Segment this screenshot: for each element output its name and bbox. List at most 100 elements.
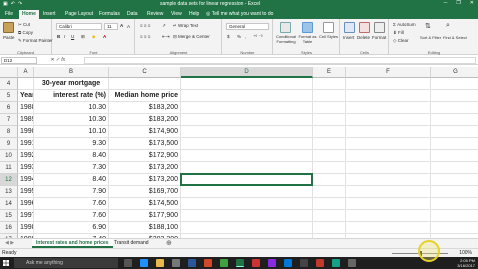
cell-c16[interactable]: $188,100	[109, 222, 181, 234]
minimize-button[interactable]: ─	[444, 0, 448, 6]
cell-c13[interactable]: $169,700	[109, 186, 181, 198]
sheet-tab-transit-demand[interactable]: Transit demand	[110, 239, 153, 248]
cell-g9[interactable]	[431, 138, 478, 150]
row-header-9[interactable]: 9	[0, 138, 18, 150]
column-header-g[interactable]: G	[431, 67, 478, 78]
cell-b14[interactable]: 7.60	[34, 198, 109, 210]
cell-f12[interactable]	[346, 174, 431, 186]
cell-b4[interactable]: 30-year mortgage	[34, 78, 109, 90]
app-icon[interactable]	[252, 259, 260, 267]
sheet-tab-interest-rates[interactable]: Interest rates and home prices	[32, 239, 113, 248]
cell-d16[interactable]	[181, 222, 313, 234]
tab-data[interactable]: Data	[124, 10, 141, 19]
cell-c6[interactable]: $183,200	[109, 102, 181, 114]
fill-color-icon[interactable]: ◆	[92, 34, 95, 40]
autosum-button[interactable]: Σ AutoSum	[393, 22, 416, 27]
cell-c8[interactable]: $174,900	[109, 126, 181, 138]
word-icon[interactable]	[188, 259, 196, 267]
cell-f16[interactable]	[346, 222, 431, 234]
cell-e13[interactable]	[313, 186, 346, 198]
taskbar-search-box[interactable]: Ask me anything	[14, 258, 118, 268]
cell-f11[interactable]	[346, 162, 431, 174]
cell-a9[interactable]: 1991	[18, 138, 34, 150]
orientation-icon[interactable]: ↗	[162, 23, 166, 29]
settings-icon[interactable]	[300, 259, 308, 267]
cell-d8[interactable]	[181, 126, 313, 138]
row-header-12[interactable]: 12	[0, 174, 18, 186]
formula-input[interactable]	[84, 57, 476, 64]
cell-g8[interactable]	[431, 126, 478, 138]
cell-d13[interactable]	[181, 186, 313, 198]
cell-a6[interactable]: 1988	[18, 102, 34, 114]
column-header-a[interactable]: A	[18, 67, 34, 78]
sort-filter-button[interactable]: Sort & Filter	[420, 35, 441, 40]
currency-button[interactable]: $	[227, 34, 230, 39]
row-header-6[interactable]: 6	[0, 102, 18, 114]
system-clock[interactable]: 2:05 PM 3/16/2017	[457, 258, 475, 268]
fx-icon[interactable]: fx	[61, 57, 65, 63]
cell-a10[interactable]: 1992	[18, 150, 34, 162]
cell-c12[interactable]: $173,200	[109, 174, 181, 186]
row-header-15[interactable]: 15	[0, 210, 18, 222]
cell-f7[interactable]	[346, 114, 431, 126]
edge-icon[interactable]	[140, 259, 148, 267]
cell-a8[interactable]: 1990	[18, 126, 34, 138]
cell-g10[interactable]	[431, 150, 478, 162]
cell-styles-button[interactable]: Cell Styles	[318, 34, 339, 40]
bold-button[interactable]: B	[57, 34, 60, 39]
tab-view[interactable]: View	[168, 10, 185, 19]
cell-g5[interactable]	[431, 90, 478, 102]
cell-d6[interactable]	[181, 102, 313, 114]
cell-d4[interactable]	[181, 78, 313, 90]
excel-icon[interactable]	[236, 259, 244, 267]
column-header-b[interactable]: B	[34, 67, 109, 78]
cell-c10[interactable]: $172,900	[109, 150, 181, 162]
name-box[interactable]: D12	[1, 57, 37, 64]
cell-b11[interactable]: 7.30	[34, 162, 109, 174]
chrome-icon[interactable]	[220, 259, 228, 267]
zoom-level[interactable]: 100%	[459, 250, 472, 256]
row-header-8[interactable]: 8	[0, 126, 18, 138]
cell-a5[interactable]: Year	[18, 90, 34, 102]
sheet-nav-icons[interactable]: ◀ ▶	[1, 239, 18, 248]
align-left-icon[interactable]: ≡ ≡ ≡	[140, 34, 150, 39]
font-color-icon[interactable]: A	[103, 34, 106, 39]
number-format-dropdown[interactable]: General	[226, 23, 269, 30]
cell-g7[interactable]	[431, 114, 478, 126]
cell-c9[interactable]: $173,500	[109, 138, 181, 150]
row-header-5[interactable]: 5	[0, 90, 18, 102]
column-header-f[interactable]: F	[346, 67, 431, 78]
merge-center-button[interactable]: ⊟ Merge & Center	[173, 34, 210, 40]
cell-d5[interactable]	[181, 90, 313, 102]
cell-g4[interactable]	[431, 78, 478, 90]
conditional-formatting-button[interactable]: Conditional Formatting	[275, 34, 297, 44]
cell-f4[interactable]	[346, 78, 431, 90]
delete-cells-icon[interactable]	[359, 22, 370, 33]
cell-e9[interactable]	[313, 138, 346, 150]
redo-icon[interactable]: ↷	[18, 1, 22, 7]
camtasia-icon[interactable]	[332, 259, 340, 267]
cell-b5[interactable]: interest rate (%)	[34, 90, 109, 102]
row-header-11[interactable]: 11	[0, 162, 18, 174]
format-painter-button[interactable]: ✎ Format Painter	[18, 38, 53, 44]
cell-a15[interactable]: 1997	[18, 210, 34, 222]
cell-c7[interactable]: $183,200	[109, 114, 181, 126]
paste-button[interactable]: Paste	[3, 35, 15, 40]
conditional-formatting-icon[interactable]	[280, 22, 291, 33]
underline-button[interactable]: U	[71, 34, 74, 39]
cell-f8[interactable]	[346, 126, 431, 138]
format-table-icon[interactable]	[302, 22, 313, 33]
copy-button[interactable]: ⧉ Copy	[18, 30, 33, 35]
tab-file[interactable]: File	[2, 10, 16, 19]
italic-button[interactable]: I	[64, 34, 65, 39]
cell-e8[interactable]	[313, 126, 346, 138]
cell-f9[interactable]	[346, 138, 431, 150]
tab-help[interactable]: Help	[186, 10, 202, 19]
cell-f13[interactable]	[346, 186, 431, 198]
cell-g16[interactable]	[431, 222, 478, 234]
tab-formulas[interactable]: Formulas	[96, 10, 123, 19]
comma-button[interactable]: ,	[245, 34, 246, 39]
cell-e4[interactable]	[313, 78, 346, 90]
cell-b12[interactable]: 8.40	[34, 174, 109, 186]
fill-button[interactable]: ⬇ Fill	[393, 30, 404, 36]
